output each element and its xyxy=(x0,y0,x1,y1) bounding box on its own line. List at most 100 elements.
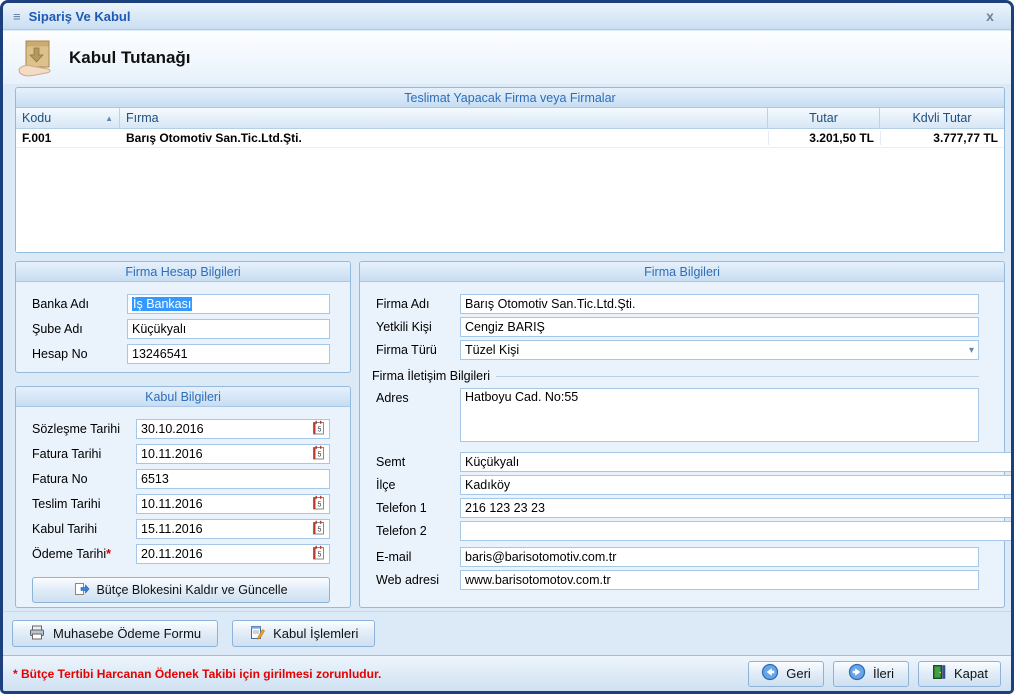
firm-table-group: Teslimat Yapacak Firma veya Firmalar Kod… xyxy=(15,87,1005,253)
geri-label: Geri xyxy=(786,666,811,681)
firm-table-header: Kodu ▲ Fırma Tutar Kdvli Tutar xyxy=(16,108,1004,129)
ileri-label: İleri xyxy=(873,666,894,681)
svg-text:5: 5 xyxy=(318,527,322,534)
teslim-tarihi-label: Teslim Tarihi xyxy=(32,497,136,511)
sort-ascending-icon: ▲ xyxy=(105,114,113,123)
firma-adi-label: Firma Adı xyxy=(376,297,460,311)
printer-icon xyxy=(29,625,45,643)
email-input[interactable] xyxy=(460,547,979,567)
required-asterisk: * xyxy=(106,547,111,561)
hesap-no-label: Hesap No xyxy=(32,347,127,361)
account-info-panel: Firma Hesap Bilgileri Banka Adı İş Banka… xyxy=(15,261,351,373)
telefon2-label: Telefon 2 xyxy=(376,524,460,538)
fatura-tarihi-value: 10.11.2016 xyxy=(141,447,312,461)
contact-fieldset-title: Firma İletişim Bilgileri xyxy=(372,369,979,383)
muhasebe-odeme-formu-button[interactable]: Muhasebe Ödeme Formu xyxy=(12,620,218,647)
fatura-no-input[interactable] xyxy=(136,469,330,489)
banka-adi-input[interactable]: İş Bankası xyxy=(127,294,330,314)
svg-text:5: 5 xyxy=(318,502,322,509)
yetkili-kisi-label: Yetkili Kişi xyxy=(376,320,460,334)
back-arrow-icon xyxy=(761,663,779,684)
fatura-tarihi-input[interactable]: 10.11.2016 5 xyxy=(136,444,330,464)
footer-bar: * Bütçe Tertibi Harcanan Ödenek Takibi i… xyxy=(3,655,1011,691)
fatura-tarihi-label: Fatura Tarihi xyxy=(32,447,136,461)
svg-text:5: 5 xyxy=(318,427,322,434)
kabul-islemleri-button[interactable]: Kabul İşlemleri xyxy=(232,620,375,647)
email-label: E-mail xyxy=(376,550,460,564)
column-header-kodu[interactable]: Kodu ▲ xyxy=(16,108,120,128)
company-panel-title: Firma Bilgileri xyxy=(360,262,1004,282)
cell-kodu: F.001 xyxy=(16,131,120,145)
firma-turu-value: Tüzel Kişi xyxy=(465,343,969,357)
kabul-tarihi-input[interactable]: 15.11.2016 5 xyxy=(136,519,330,539)
fatura-no-label: Fatura No xyxy=(32,472,136,486)
kapat-label: Kapat xyxy=(954,666,988,681)
calendar-icon[interactable]: 5 xyxy=(312,520,325,538)
banka-adi-selected-text: İş Bankası xyxy=(132,297,192,311)
budget-update-icon xyxy=(74,582,90,599)
odeme-tarihi-value: 20.11.2016 xyxy=(141,547,312,561)
exit-door-icon xyxy=(931,664,947,683)
banka-adi-label: Banka Adı xyxy=(32,297,127,311)
telefon1-label: Telefon 1 xyxy=(376,501,460,515)
hesap-no-input[interactable] xyxy=(127,344,330,364)
calendar-icon[interactable]: 5 xyxy=(312,445,325,463)
title-bar: ≡ Sipariş Ve Kabul x xyxy=(3,3,1011,30)
window-title: Sipariş Ve Kabul xyxy=(29,9,131,24)
svg-text:5: 5 xyxy=(318,452,322,459)
firma-adi-input[interactable] xyxy=(460,294,979,314)
table-empty-area xyxy=(16,148,1004,252)
kabul-islemleri-label: Kabul İşlemleri xyxy=(273,626,358,641)
table-row[interactable]: F.001 Barış Otomotiv San.Tic.Ltd.Şti. 3.… xyxy=(16,129,1004,148)
calendar-icon[interactable]: 5 xyxy=(312,545,325,563)
column-header-firma[interactable]: Fırma xyxy=(120,108,768,128)
company-info-panel: Firma Bilgileri Firma Adı Yetkili Kişi F… xyxy=(359,261,1005,608)
adres-label: Adres xyxy=(376,388,460,405)
calendar-icon[interactable]: 5 xyxy=(312,420,325,438)
yetkili-kisi-input[interactable] xyxy=(460,317,979,337)
odeme-tarihi-input[interactable]: 20.11.2016 5 xyxy=(136,544,330,564)
firma-turu-dropdown[interactable]: Tüzel Kişi ▾ xyxy=(460,340,979,360)
package-delivery-icon xyxy=(13,37,59,79)
odeme-tarihi-label: Ödeme Tarihi* xyxy=(32,547,136,561)
window-menu-icon[interactable]: ≡ xyxy=(13,9,21,24)
kabul-tarihi-value: 15.11.2016 xyxy=(141,522,312,536)
adres-textarea[interactable]: Hatboyu Cad. No:55 xyxy=(460,388,979,442)
column-header-kdvli-tutar[interactable]: Kdvli Tutar xyxy=(880,108,1004,128)
sube-adi-input[interactable] xyxy=(127,319,330,339)
budget-unblock-update-button[interactable]: Bütçe Blokesini Kaldır ve Güncelle xyxy=(32,577,330,603)
teslim-tarihi-value: 10.11.2016 xyxy=(141,497,312,511)
web-adresi-input[interactable] xyxy=(460,570,979,590)
calendar-icon[interactable]: 5 xyxy=(312,495,325,513)
ilce-input[interactable] xyxy=(460,475,1014,495)
dialog-siparis-ve-kabul: ≡ Sipariş Ve Kabul x Kabul Tutanağı Tesl… xyxy=(0,0,1014,694)
svg-text:5: 5 xyxy=(318,552,322,559)
kabul-tarihi-label: Kabul Tarihi xyxy=(32,522,136,536)
column-header-firma-label: Fırma xyxy=(126,111,159,125)
telefon1-input[interactable] xyxy=(460,498,1014,518)
account-panel-title: Firma Hesap Bilgileri xyxy=(16,262,350,282)
ilce-label: İlçe xyxy=(376,478,460,492)
notepad-pencil-icon xyxy=(249,625,265,643)
required-note: * Bütçe Tertibi Harcanan Ödenek Takibi i… xyxy=(13,667,381,681)
cell-tutar: 3.201,50 TL xyxy=(768,131,880,145)
kapat-button[interactable]: Kapat xyxy=(918,661,1001,687)
ileri-button[interactable]: İleri xyxy=(833,661,909,687)
cell-kdvli-tutar: 3.777,77 TL xyxy=(880,131,1004,145)
telefon2-input[interactable] xyxy=(460,521,1014,541)
acceptance-panel-title: Kabul Bilgileri xyxy=(16,387,350,407)
teslim-tarihi-input[interactable]: 10.11.2016 5 xyxy=(136,494,330,514)
geri-button[interactable]: Geri xyxy=(748,661,824,687)
close-icon[interactable]: x xyxy=(979,8,1001,24)
sube-adi-label: Şube Adı xyxy=(32,322,127,336)
column-header-kdvli-label: Kdvli Tutar xyxy=(912,111,971,125)
firma-turu-label: Firma Türü xyxy=(376,343,460,357)
cell-firma: Barış Otomotiv San.Tic.Ltd.Şti. xyxy=(120,131,768,145)
chevron-down-icon: ▾ xyxy=(969,345,974,356)
column-header-tutar-label: Tutar xyxy=(809,111,838,125)
semt-input[interactable] xyxy=(460,452,1014,472)
sozlesme-tarihi-input[interactable]: 30.10.2016 5 xyxy=(136,419,330,439)
action-bar: Muhasebe Ödeme Formu Kabul İşlemleri xyxy=(3,611,1011,655)
sozlesme-tarihi-label: Sözleşme Tarihi xyxy=(32,422,136,436)
column-header-tutar[interactable]: Tutar xyxy=(768,108,880,128)
